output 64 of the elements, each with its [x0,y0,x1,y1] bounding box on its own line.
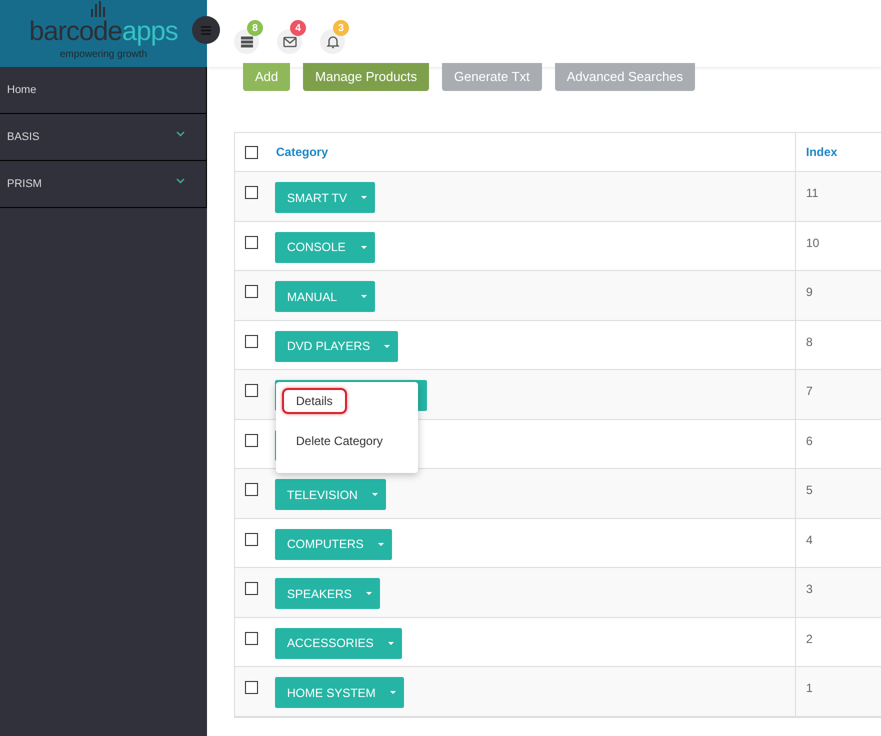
caret-icon [372,493,378,496]
table-cell-text: 6 [806,432,813,450]
caret-icon [378,542,384,546]
notification-badge: 8 [247,20,263,36]
table-cell-text: 1 [806,680,813,697]
table-cell-text: 4 [806,532,813,548]
checkbox[interactable] [245,632,258,644]
checkbox[interactable] [245,146,258,158]
table-cell-text: 10 [806,234,820,252]
chevron-down-icon [176,178,185,184]
table-cell-text: 7 [806,383,813,400]
category-dropdown-button[interactable]: TELEVISION [275,479,386,510]
menu-icon [201,26,211,34]
caret-icon [366,592,372,595]
caret-icon [388,642,394,644]
table-cell-text: 2 [806,630,813,648]
header-icon-button[interactable] [277,29,302,54]
checkbox[interactable] [245,483,258,496]
checkbox[interactable] [245,681,258,694]
notification-badge: 4 [290,20,306,36]
category-dropdown-button[interactable]: COMPUTERS [275,528,392,560]
chevron-down-icon [176,131,185,137]
bell-icon [324,34,340,50]
checkbox[interactable] [245,186,258,199]
table-cell-text: 5 [806,482,813,499]
checkbox[interactable] [245,285,258,298]
menu-item[interactable]: Details [282,388,347,414]
toolbar-button[interactable]: Generate Txt [442,63,542,91]
logo-tagline: empowering growth [60,48,148,62]
column-header[interactable]: Index [806,143,838,161]
sidebar-item[interactable]: Home [0,67,207,114]
checkbox[interactable] [245,384,258,397]
table-cell-text: 8 [806,334,813,350]
category-dropdown-button[interactable]: SMART TV [275,182,376,213]
category-dropdown-button[interactable]: MANUAL [275,281,375,312]
caret-icon [361,246,367,248]
toolbar-button[interactable]: Advanced Searches [554,63,696,91]
category-dropdown-button[interactable]: DVD PLAYERS [275,330,398,362]
table-cell-text: 11 [806,185,818,202]
column-header[interactable]: Category [276,143,328,161]
caret-icon [361,196,368,199]
menu-item[interactable]: Delete Category [282,428,397,454]
notification-badge: 3 [333,20,349,36]
sidebar-item[interactable]: PRISM [0,161,207,208]
checkbox[interactable] [245,434,258,446]
logo: barcodeapps [29,18,178,44]
category-dropdown-button[interactable]: SPEAKERS [275,578,380,609]
caret-icon [384,344,390,348]
server-icon [238,34,254,50]
checkbox[interactable] [245,236,258,248]
category-dropdown-button[interactable]: HOME SYSTEM [275,677,404,708]
sidebar-item[interactable]: BASIS [0,114,207,161]
checkbox[interactable] [245,582,258,595]
table-cell-text: 3 [806,581,813,598]
category-dropdown-button[interactable]: ACCESSORIES [275,628,402,658]
caret-icon [361,295,367,298]
table-cell-text: 9 [806,284,813,301]
caret-icon [390,691,396,694]
category-dropdown-button[interactable]: CONSOLE [275,232,375,262]
checkbox[interactable] [245,532,258,546]
bars-icon [91,1,105,17]
toolbar-button[interactable]: Add [243,63,290,91]
checkbox[interactable] [245,334,258,348]
toolbar-button[interactable]: Manage Products [303,63,430,91]
